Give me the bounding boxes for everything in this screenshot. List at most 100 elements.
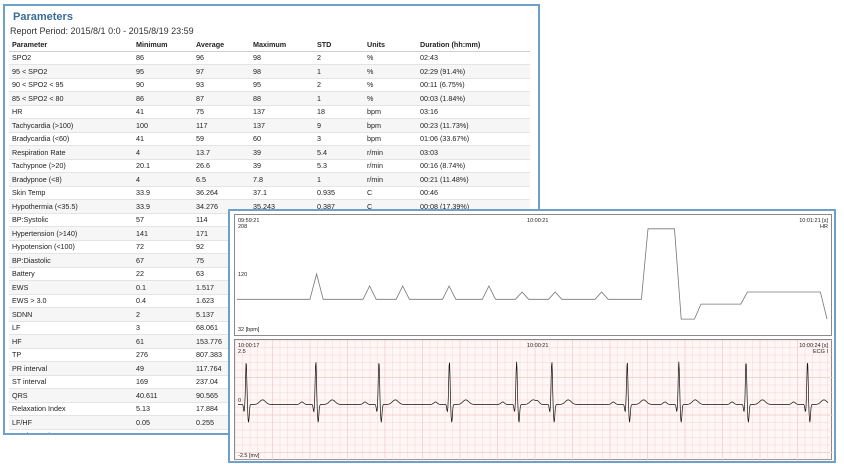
table-cell: 01:06 (33.67%) — [417, 132, 530, 146]
table-cell: 5.3 — [314, 159, 364, 173]
hr-time-mid: 10:00:21 — [527, 218, 549, 224]
panel-title: Parameters — [13, 11, 73, 23]
ecg-grid — [235, 340, 833, 461]
column-header: Maximum — [250, 38, 314, 52]
table-cell: 4 — [133, 145, 193, 160]
table-cell: 2 — [314, 51, 364, 65]
table-row: Respiration Rate 4 13.7 39 5.4 r/min 03:03 — [9, 145, 530, 160]
table-row: 95 < SPO2 95 97 98 1% 02:29 (91.4%) — [9, 64, 530, 79]
table-cell: r/min — [364, 145, 417, 160]
table-cell: 137 — [250, 118, 314, 133]
table-cell: Tachypnoe (>20) — [9, 159, 133, 173]
table-header-row: Parameter Minimum Average Maximum STD Un… — [9, 38, 530, 52]
ecg-chart: 10:00:17 2.5 10:00:21 10:00:24 [s] ECG I… — [234, 339, 833, 461]
table-cell: 9 — [314, 118, 364, 133]
table-cell: % — [364, 51, 417, 65]
table-cell: 98 — [250, 51, 314, 65]
table-cell: 03:03 — [417, 145, 530, 160]
table-cell: bpm — [364, 132, 417, 146]
table-cell: 96 — [193, 51, 250, 65]
table-cell: 49 — [133, 361, 193, 376]
table-cell: 1 — [314, 64, 364, 79]
ecg-chart-svg — [235, 340, 833, 461]
table-cell: QTc interval — [9, 429, 133, 433]
table-cell: 40.611 — [133, 388, 193, 403]
table-row: HR 41 75 137 18 bpm 03:16 — [9, 105, 530, 119]
table-cell: Bradycardia (<60) — [9, 132, 133, 146]
table-cell: Relaxation Index — [9, 402, 133, 416]
table-cell: 67 — [133, 253, 193, 268]
table-cell: TP — [9, 348, 133, 362]
hr-y-bottom: 32 [bpm] — [238, 327, 260, 333]
table-cell: BP:Systolic — [9, 213, 133, 227]
table-cell: 85 < SPO2 < 80 — [9, 91, 133, 106]
table-cell: SDNN — [9, 307, 133, 322]
table-cell: 26.6 — [193, 159, 250, 173]
hr-chart-svg — [237, 228, 828, 320]
table-cell: 33.9 — [133, 199, 193, 214]
table-cell: Respiration Rate — [9, 145, 133, 160]
table-cell: r/min — [364, 159, 417, 173]
column-header: Average — [193, 38, 250, 52]
table-cell: 00:46 — [417, 186, 530, 200]
table-cell: Hypothermia (<35.5) — [9, 199, 133, 214]
table-cell: bpm — [364, 118, 417, 133]
table-cell: 3 — [314, 132, 364, 146]
table-cell: 75 — [193, 105, 250, 119]
table-cell: 36.264 — [193, 186, 250, 200]
ecg-channel-label: ECG I — [813, 349, 828, 355]
table-cell: 95 < SPO2 — [9, 64, 133, 79]
table-cell: EWS — [9, 280, 133, 295]
table-row: Tachycardia (>100) 100 117 137 9 bpm 00:23 (11… — [9, 118, 530, 133]
table-cell: EWS > 3.0 — [9, 294, 133, 308]
table-cell: 137 — [250, 105, 314, 119]
table-cell: LF — [9, 321, 133, 335]
column-header: Parameter — [9, 38, 133, 52]
table-cell: 0.4 — [133, 294, 193, 308]
table-cell: 0.935 — [314, 186, 364, 200]
table-cell: 2 — [314, 78, 364, 92]
table-cell: 33.9 — [133, 186, 193, 200]
table-cell: 22 — [133, 267, 193, 281]
table-cell: 00:16 (8.74%) — [417, 159, 530, 173]
table-cell: 02:43 — [417, 51, 530, 65]
table-cell: Hypotension (<100) — [9, 240, 133, 254]
table-cell: 317.562 — [133, 429, 193, 433]
table-cell: 87 — [193, 91, 250, 106]
table-cell: 117 — [193, 118, 250, 133]
table-cell: 37.1 — [250, 186, 314, 200]
table-cell: 00:21 (11.48%) — [417, 172, 530, 187]
table-cell: 100 — [133, 118, 193, 133]
table-cell: 88 — [250, 91, 314, 106]
table-cell: 0.1 — [133, 280, 193, 295]
table-cell: LF/HF — [9, 415, 133, 430]
report-period: Report Period: 2015/8/1 0:0 - 2015/8/19 … — [10, 26, 194, 36]
table-cell: bpm — [364, 105, 417, 119]
table-cell: 59 — [193, 132, 250, 146]
table-cell: % — [364, 78, 417, 92]
table-cell: Tachycardia (>100) — [9, 118, 133, 133]
table-cell: 18 — [314, 105, 364, 119]
table-cell: 141 — [133, 226, 193, 241]
table-cell: Battery — [9, 267, 133, 281]
table-cell: 41 — [133, 132, 193, 146]
table-cell: 00:03 (1.84%) — [417, 91, 530, 106]
table-cell: HR — [9, 105, 133, 119]
table-cell: 39 — [250, 159, 314, 173]
table-cell: 39 — [250, 145, 314, 160]
hr-series-line — [237, 228, 828, 320]
table-cell: 00:11 (6.75%) — [417, 78, 530, 92]
hr-y-top: 208 — [238, 224, 248, 230]
table-cell: 61 — [133, 334, 193, 349]
column-header: Units — [364, 38, 417, 52]
table-cell: 95 — [250, 78, 314, 92]
table-row: 85 < SPO2 < 80 86 87 88 1% 00:03 (1.84%) — [9, 91, 530, 106]
ecg-y-top: 2.5 — [238, 349, 246, 355]
table-cell: 276 — [133, 348, 193, 362]
table-cell: 86 — [133, 51, 193, 65]
table-cell: 5.13 — [133, 402, 193, 416]
table-cell: r/min — [364, 172, 417, 187]
table-cell: 20.1 — [133, 159, 193, 173]
table-cell: Hypertension (>140) — [9, 226, 133, 241]
table-cell: 95 — [133, 64, 193, 79]
